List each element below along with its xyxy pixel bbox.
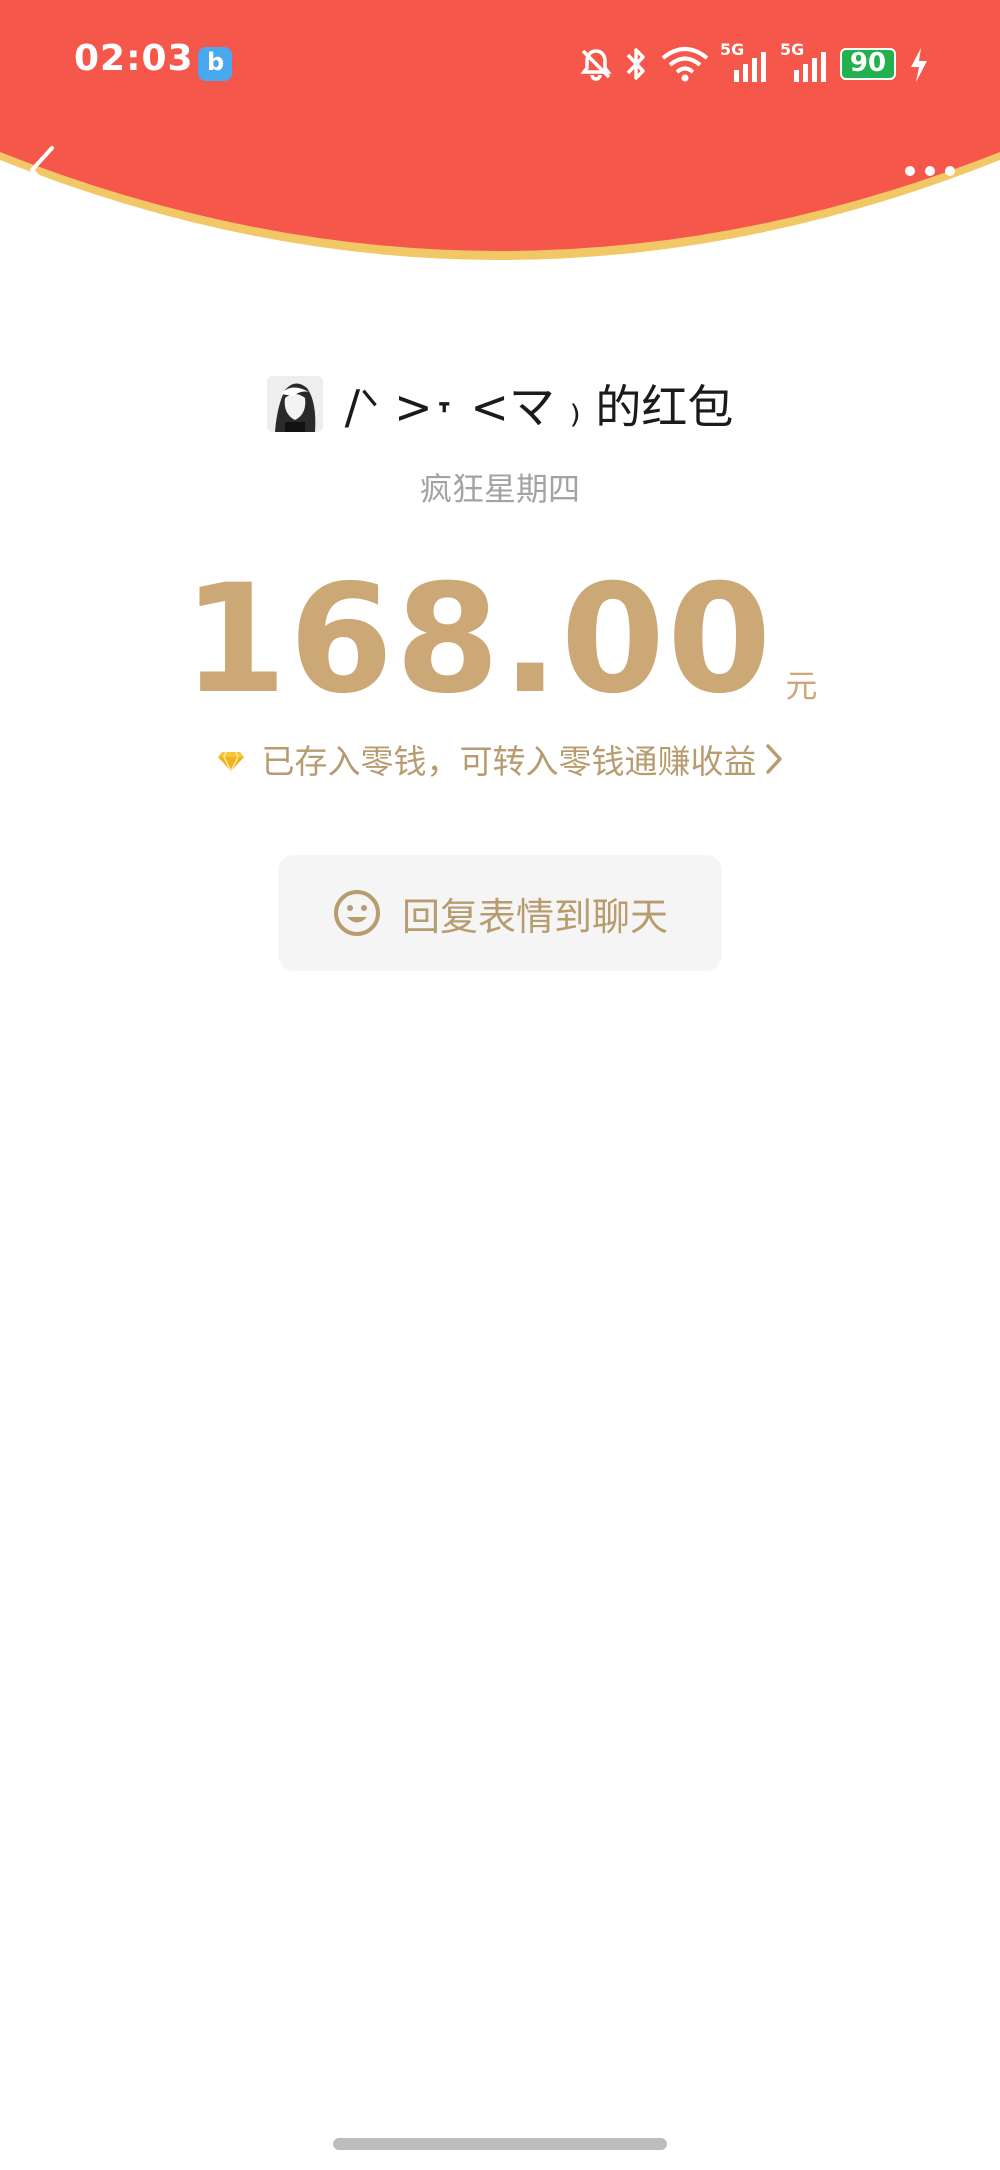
signal-5g-icon-1: 5G bbox=[720, 40, 770, 84]
deposit-note-text: 已存入零钱，可转入零钱通赚收益 bbox=[261, 742, 757, 781]
more-dots-icon bbox=[905, 166, 955, 176]
reply-button-label: 回复表情到聊天 bbox=[401, 894, 668, 939]
signal-5g-icon-2: 5G bbox=[780, 40, 830, 84]
greeting-text: 疯狂星期四 bbox=[419, 470, 580, 508]
bluetooth-icon bbox=[626, 48, 645, 80]
charging-icon bbox=[911, 48, 927, 82]
back-button[interactable] bbox=[20, 140, 66, 200]
reply-emoji-button[interactable]: 回复表情到聊天 bbox=[278, 855, 722, 971]
sender-row: /ᐠ >˕ <マ ₎ 的红包 bbox=[0, 372, 1000, 436]
amount-unit: 元 bbox=[785, 667, 818, 705]
amount-row: 168.00 元 bbox=[0, 565, 1000, 715]
home-indicator[interactable] bbox=[333, 2138, 667, 2150]
diamond-icon bbox=[217, 751, 244, 773]
amount-value: 168.00 bbox=[182, 553, 774, 727]
mute-bell-icon bbox=[580, 49, 612, 81]
chevron-right-icon bbox=[765, 744, 782, 774]
deposit-note-link[interactable]: 已存入零钱，可转入零钱通赚收益 bbox=[0, 736, 1000, 782]
smile-icon bbox=[333, 890, 380, 936]
more-options-button[interactable] bbox=[902, 156, 958, 186]
wifi-icon bbox=[661, 47, 709, 82]
avatar[interactable] bbox=[266, 376, 323, 432]
chevron-left-icon bbox=[30, 146, 54, 194]
status-time: 02:03 bbox=[74, 38, 194, 79]
battery-indicator: 90 bbox=[840, 48, 896, 80]
sender-title: /ᐠ >˕ <マ ₎ 的红包 bbox=[344, 380, 734, 434]
app-notification-icon: b bbox=[198, 47, 232, 81]
